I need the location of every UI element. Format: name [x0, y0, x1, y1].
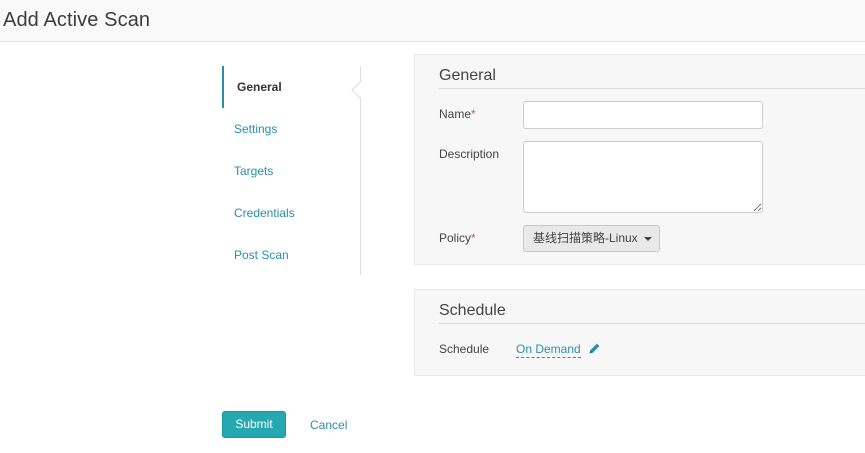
schedule-label: Schedule: [439, 342, 490, 356]
cancel-button[interactable]: Cancel: [310, 418, 347, 432]
policy-label: Policy*: [439, 231, 476, 245]
required-marker: *: [471, 107, 476, 121]
caret-down-icon: [644, 237, 652, 241]
name-label-text: Name: [439, 107, 472, 121]
nav-item-targets[interactable]: Targets: [222, 150, 360, 192]
name-field[interactable]: [523, 101, 763, 129]
page-header: Add Active Scan: [0, 0, 865, 42]
schedule-value-link[interactable]: On Demand: [516, 342, 581, 358]
submit-button[interactable]: Submit: [222, 411, 286, 438]
schedule-panel-title: Schedule: [439, 302, 506, 319]
general-panel-divider: [438, 88, 865, 89]
pencil-icon[interactable]: [588, 342, 601, 355]
page-title: Add Active Scan: [3, 9, 151, 31]
policy-label-text: Policy: [439, 231, 472, 245]
nav-item-general[interactable]: General: [222, 66, 360, 108]
schedule-panel: Schedule Schedule On Demand: [414, 289, 865, 376]
policy-select-value: 基线扫描策略-Linux: [533, 231, 638, 245]
nav-item-post-scan[interactable]: Post Scan: [222, 234, 360, 276]
nav-item-credentials[interactable]: Credentials: [222, 192, 360, 234]
policy-select[interactable]: 基线扫描策略-Linux: [523, 225, 660, 252]
required-marker: *: [471, 231, 476, 245]
description-field[interactable]: [523, 141, 763, 213]
general-panel-title: General: [439, 67, 496, 84]
name-label: Name*: [439, 107, 476, 121]
section-nav: General Settings Targets Credentials Pos…: [222, 66, 361, 275]
description-label: Description: [439, 147, 500, 161]
general-panel: General Name* Description Policy* 基线扫描策略…: [414, 54, 865, 265]
schedule-panel-divider: [438, 323, 865, 324]
nav-item-settings[interactable]: Settings: [222, 108, 360, 150]
